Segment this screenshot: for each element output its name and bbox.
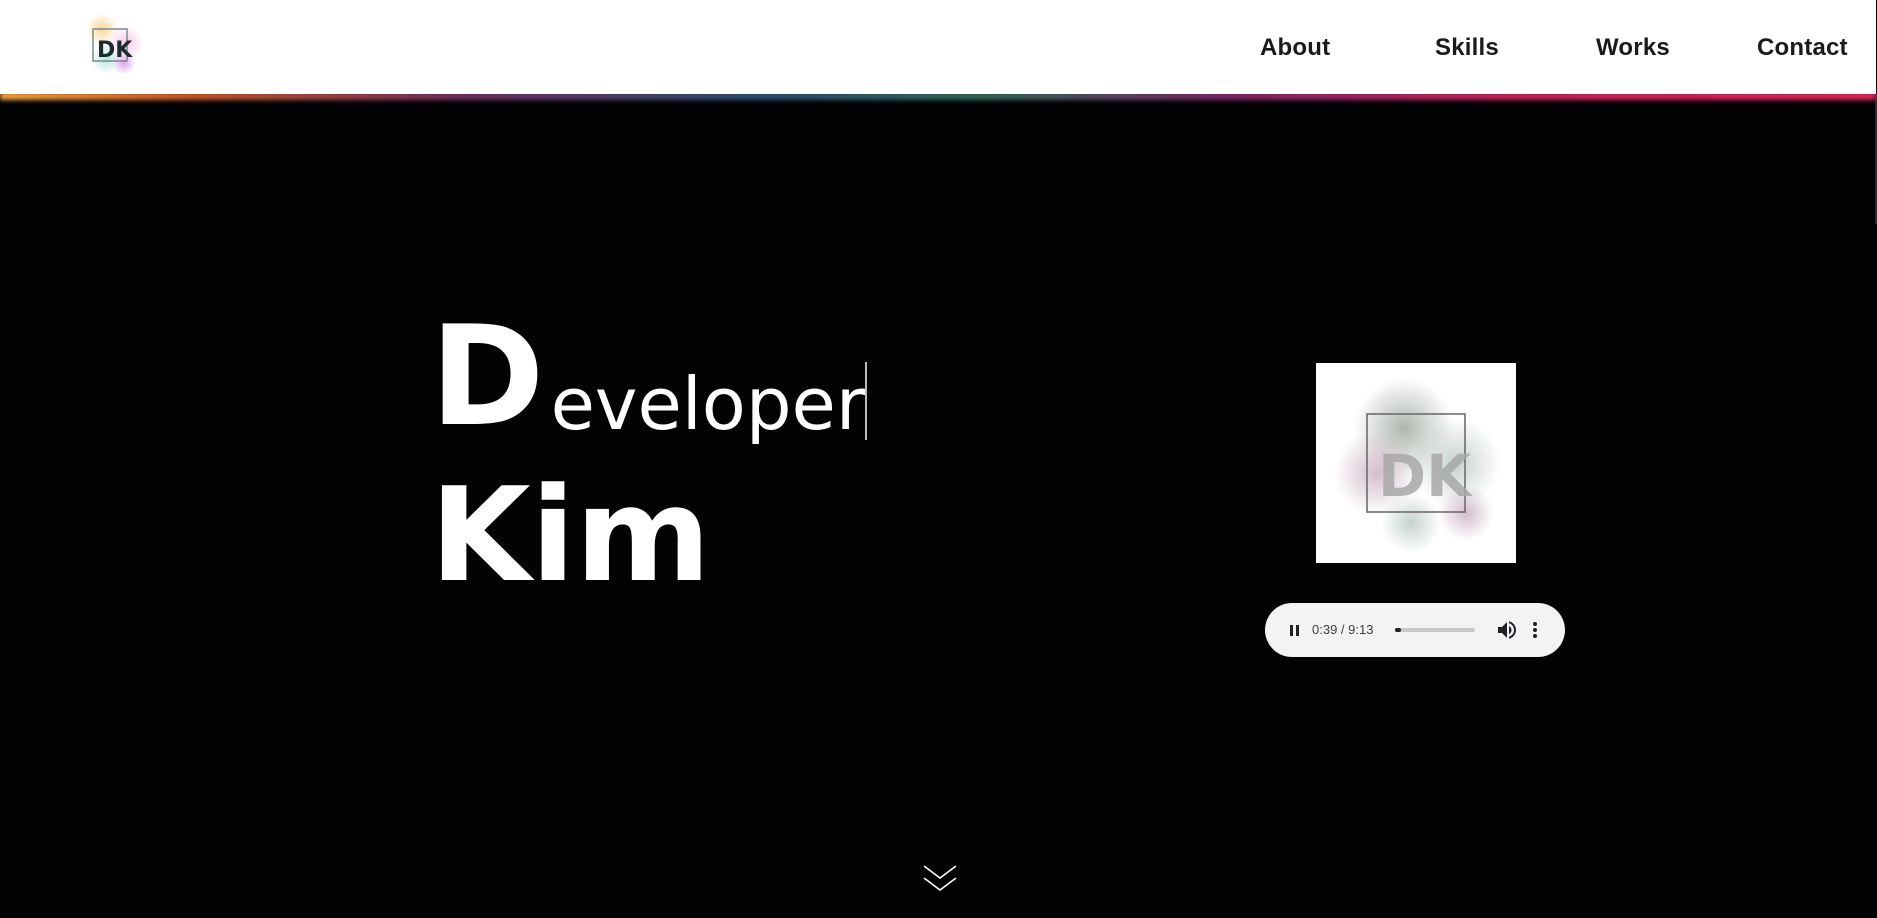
audio-player[interactable]: 0:39 / 9:13 bbox=[1265, 603, 1565, 657]
hero-title-line1: Developer bbox=[430, 308, 868, 446]
typing-caret bbox=[865, 362, 868, 440]
more-options-icon[interactable] bbox=[1527, 618, 1543, 642]
album-art-text: DK bbox=[1378, 442, 1473, 510]
pause-button[interactable] bbox=[1285, 620, 1305, 640]
nav-works[interactable]: Works bbox=[1596, 34, 1670, 62]
hero-title-line2: Kim bbox=[430, 459, 711, 611]
logo-text: DK bbox=[97, 38, 133, 63]
nav-contact[interactable]: Contact bbox=[1757, 34, 1848, 62]
seek-progress bbox=[1395, 628, 1401, 632]
page: DK About Skills Works Contact Developer … bbox=[0, 0, 1877, 918]
double-chevron-down-icon[interactable] bbox=[922, 862, 958, 898]
site-header: DK About Skills Works Contact bbox=[0, 0, 1876, 94]
hero-big-letter: D bbox=[430, 296, 545, 457]
dk-logo-icon[interactable]: DK bbox=[84, 13, 144, 75]
volume-icon[interactable] bbox=[1495, 618, 1519, 642]
hero-word-rest: eveloper bbox=[550, 362, 866, 446]
playback-time: 0:39 / 9:13 bbox=[1312, 622, 1374, 637]
nav-about[interactable]: About bbox=[1260, 34, 1330, 62]
nav-skills[interactable]: Skills bbox=[1435, 34, 1499, 62]
album-art-icon: DK bbox=[1316, 363, 1516, 563]
seek-bar[interactable] bbox=[1395, 628, 1475, 632]
